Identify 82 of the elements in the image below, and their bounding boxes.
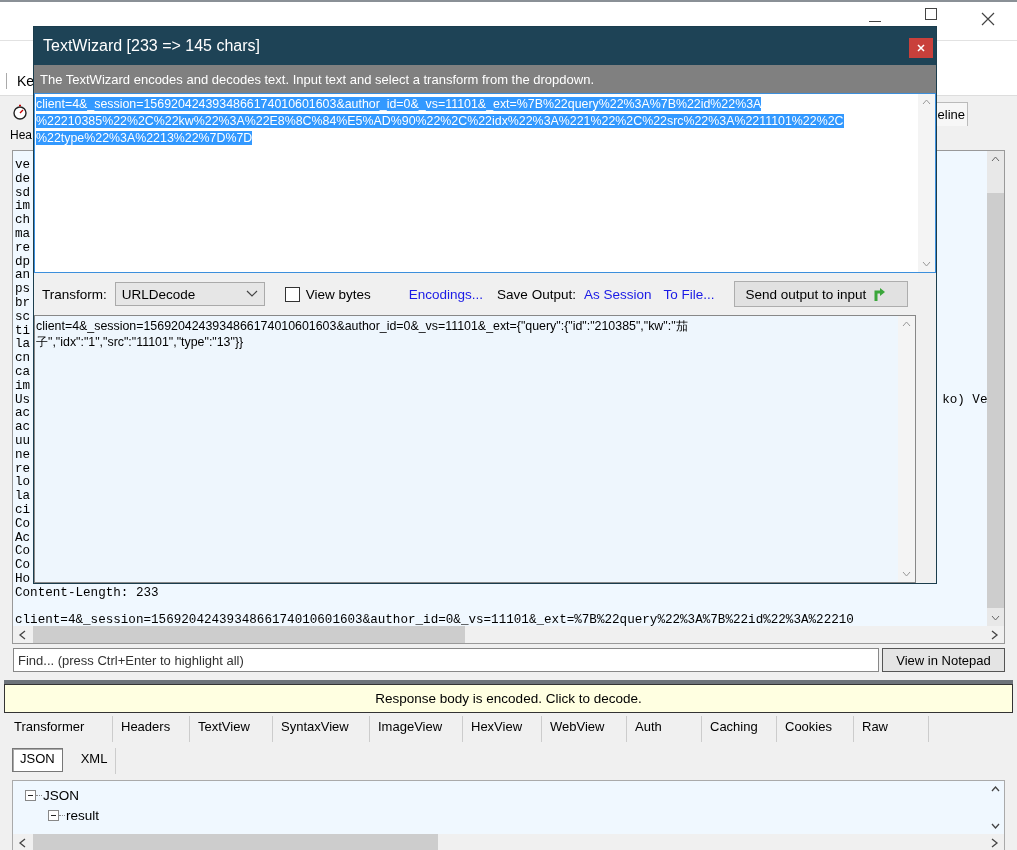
response-tab[interactable]: Transformer — [6, 716, 113, 742]
response-tab[interactable]: TextView — [190, 716, 273, 742]
header-line: Co — [15, 559, 31, 573]
toggle-icon[interactable] — [25, 789, 36, 801]
response-tab[interactable]: Caching — [702, 716, 777, 742]
output-text-area[interactable]: client=4&_session=1569204243934866174010601603&author_id=0&_vs=11101&_ext={"query":{"id":"210385","kw":"茄 子","idx":"1","src":"11101","type":"13"}} — [34, 315, 916, 583]
header-line: Co — [15, 517, 31, 532]
response-tab[interactable]: ImageView — [370, 716, 463, 742]
maximize-icon[interactable] — [925, 8, 937, 20]
output-line: 子","idx":"1","src":"11101","type":"13"}} — [36, 334, 245, 350]
close-icon[interactable] — [981, 12, 995, 26]
header-line: ci — [15, 503, 31, 518]
chevron-down-icon — [245, 290, 258, 298]
dialog-title: TextWizard [233 => 145 chars] — [43, 37, 260, 55]
header-line: ca — [15, 365, 31, 380]
header-line: Content-Length: 233 — [15, 586, 159, 601]
dialog-description: The TextWizard encodes and decodes text. Input text and select a transform from the dropdown. — [34, 65, 936, 93]
header-line: Ho — [15, 572, 31, 587]
header-line: dp — [15, 255, 31, 270]
header-line: ve — [15, 159, 31, 173]
header-line: an — [15, 269, 31, 284]
header-line: de — [15, 172, 31, 187]
encodings-link[interactable]: Encodings... — [408, 286, 484, 302]
header-line: la — [15, 338, 31, 353]
response-tab[interactable]: WebView — [542, 716, 627, 742]
close-button[interactable] — [909, 38, 933, 58]
toggle-icon[interactable] — [48, 809, 59, 821]
input-text-area[interactable] — [34, 93, 936, 273]
header-line: br — [15, 296, 31, 311]
selected-text: %22210385%22%2C%22kw%22%3A%22E8%8C%84%E5%AD%90%22%2C%22idx%22%3A%221%22%2C%22src%22%3A%2211101%22%2C — [36, 114, 844, 128]
transform-label: Transform: — [42, 286, 107, 302]
selected-text: %22type%22%3A%2213%22%7D%7D — [36, 131, 253, 145]
response-tab[interactable]: Raw — [854, 716, 929, 742]
header-line: ch — [15, 214, 31, 228]
save-link[interactable]: As Session — [583, 286, 652, 302]
send-output-button[interactable]: Send output to input — [734, 281, 909, 307]
header-line: Ac — [15, 531, 31, 545]
horizontal-scrollbar[interactable] — [13, 626, 1004, 643]
header-line: re — [15, 462, 31, 476]
response-tab[interactable]: SyntaxView — [273, 716, 370, 742]
json-tree[interactable]: JSON result — [12, 780, 1005, 850]
header-line: ne — [15, 448, 31, 463]
header-line: ma — [15, 228, 31, 242]
transform-dropdown[interactable]: URLDecode — [114, 282, 265, 306]
output-line: client=4&_session=1569204243934866174010601603&author_id=0&_vs=11101&_ext={"query":{"id":"210385","kw":"茄 — [36, 318, 689, 334]
save-link[interactable]: To File... — [663, 286, 715, 302]
view-bytes-checkbox[interactable]: View bytes — [284, 286, 371, 302]
header-line: re — [15, 241, 31, 256]
tree-node[interactable]: result — [66, 807, 99, 823]
header-line: sd — [15, 186, 31, 200]
selected-text: client=4&_session=1569204243934866174010601603&author_id=0&_vs=11101&_ext=%7B%22query%22%3A%7B%22id%22%3A — [36, 97, 762, 111]
header-line: ko) Ve — [942, 393, 987, 408]
header-line: ac — [15, 421, 31, 435]
response-tab[interactable]: JSON — [12, 748, 63, 772]
header-line: Us — [15, 393, 31, 408]
header-line: im — [15, 379, 31, 394]
header-line: ac — [15, 407, 31, 422]
response-tab[interactable]: Auth — [627, 716, 702, 742]
response-tab[interactable]: Headers — [113, 716, 190, 742]
view-in-notepad-button[interactable]: View in Notepad — [882, 648, 1005, 672]
response-tab[interactable]: XML — [72, 748, 117, 774]
save-output-label: Save Output: — [497, 286, 576, 302]
header-line: la — [15, 490, 31, 504]
decode-notice[interactable]: Response body is encoded. Click to decode. — [4, 684, 1013, 713]
header-line: uu — [15, 434, 31, 449]
header-line: ps — [15, 283, 31, 297]
header-line: sc — [15, 310, 31, 325]
header-line: cn — [15, 352, 31, 366]
stopwatch-icon[interactable] — [12, 104, 28, 120]
tree-node[interactable]: JSON — [43, 787, 79, 803]
find-field[interactable]: Find... (press Ctrl+Enter to highlight all) — [13, 648, 879, 672]
horizontal-scrollbar[interactable] — [13, 834, 1004, 850]
header-line: lo — [15, 476, 31, 490]
header-line: im — [15, 200, 31, 214]
body-line: client=4&_session=1569204243934866174010601603&author_id=0&_vs=11101&_ext=%7B%22query%22%3A%7B%22id%22%3A%22210 — [15, 613, 854, 626]
header-line: ti — [15, 324, 31, 338]
curved-arrow-icon — [872, 286, 887, 302]
inspector-subtab[interactable]: Hea — [10, 128, 32, 142]
response-tab[interactable]: Cookies — [777, 716, 854, 742]
minimize-icon[interactable] — [869, 20, 881, 22]
response-tab[interactable]: HexView — [463, 716, 542, 742]
header-line: Co — [15, 545, 31, 559]
